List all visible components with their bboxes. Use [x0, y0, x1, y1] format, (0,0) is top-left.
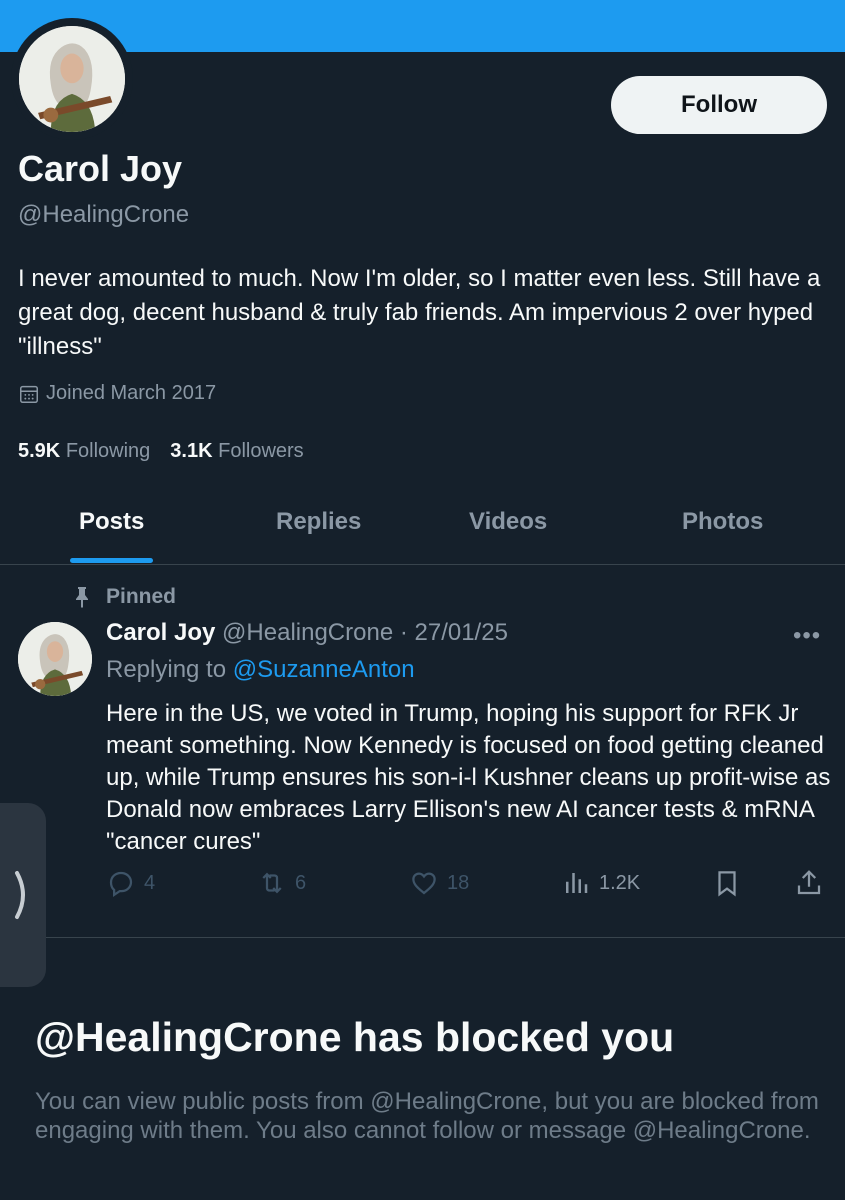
post-header: Carol Joy @HealingCrone · 27/01/25 [106, 619, 508, 647]
follow-button[interactable]: Follow [611, 76, 827, 134]
views-button[interactable]: 1.2K [561, 868, 640, 898]
divider [0, 937, 845, 938]
following-link[interactable]: 5.9K Following [18, 440, 150, 463]
followers-label: Followers [218, 440, 304, 462]
pinned-label: Pinned [72, 585, 176, 609]
tab-posts[interactable]: Posts [79, 508, 144, 536]
share-icon [797, 870, 821, 895]
bookmark-icon [718, 871, 736, 897]
profile-stats: 5.9K Following 3.1K Followers [18, 440, 324, 463]
pin-icon [76, 587, 88, 608]
replying-to-mention[interactable]: @SuzanneAnton [233, 656, 415, 683]
profile-tabs: Posts Replies Videos Photos [0, 490, 845, 565]
profile-bio: I never amounted to much. Now I'm older,… [18, 265, 821, 360]
tab-photos[interactable]: Photos [682, 508, 763, 536]
post-author-avatar[interactable] [18, 622, 92, 696]
pinned-text: Pinned [106, 585, 177, 608]
calendar-icon [20, 385, 38, 403]
views-icon [566, 873, 588, 893]
profile-banner [0, 0, 845, 52]
joined-date: Joined March 2017 [18, 382, 216, 405]
avatar-image [19, 26, 125, 132]
active-tab-indicator [70, 558, 153, 563]
replying-to: Replying to @SuzanneAnton [106, 656, 415, 684]
post-date-separator: · [393, 619, 415, 646]
followers-count: 3.1K [170, 440, 213, 462]
post-author-handle[interactable]: @HealingCrone [222, 619, 393, 646]
post-actions: 4 6 18 1.2K [0, 868, 845, 908]
display-name: Carol Joy [18, 148, 183, 189]
chevron-right-icon [15, 871, 25, 919]
share-button[interactable] [794, 868, 832, 898]
joined-text: Joined March 2017 [46, 382, 217, 404]
reply-icon [109, 871, 133, 897]
like-count: 18 [447, 871, 470, 894]
reply-button[interactable]: 4 [106, 868, 155, 898]
profile-handle: @HealingCrone [18, 201, 190, 228]
avatar-illustration [19, 26, 125, 132]
blocked-description: You can view public posts from @HealingC… [35, 1088, 819, 1144]
following-label: Following [65, 440, 151, 462]
post-text: Here in the US, we voted in Trump, hopin… [106, 700, 831, 855]
like-icon [412, 872, 436, 895]
profile-avatar[interactable] [11, 18, 133, 140]
tab-replies[interactable]: Replies [276, 508, 361, 536]
repost-icon [262, 872, 282, 894]
tab-videos[interactable]: Videos [469, 508, 547, 536]
bookmark-button[interactable] [712, 868, 750, 898]
post-author-name[interactable]: Carol Joy [106, 619, 215, 646]
repost-count: 6 [295, 871, 307, 894]
replying-prefix: Replying to [106, 656, 233, 683]
avatar-illustration [18, 622, 92, 696]
post-date[interactable]: 27/01/25 [415, 619, 508, 646]
like-button[interactable]: 18 [409, 868, 469, 898]
more-options-button[interactable]: ••• [793, 622, 821, 650]
views-count: 1.2K [599, 871, 641, 894]
reply-count: 4 [144, 871, 156, 894]
followers-link[interactable]: 3.1K Followers [170, 440, 303, 463]
repost-button[interactable]: 6 [257, 868, 306, 898]
following-count: 5.9K [18, 440, 61, 462]
profile-page: Follow Carol Joy @HealingCrone I never a… [0, 0, 845, 1200]
side-panel-handle[interactable] [0, 803, 46, 987]
blocked-title: @HealingCrone has blocked you [35, 1014, 675, 1060]
